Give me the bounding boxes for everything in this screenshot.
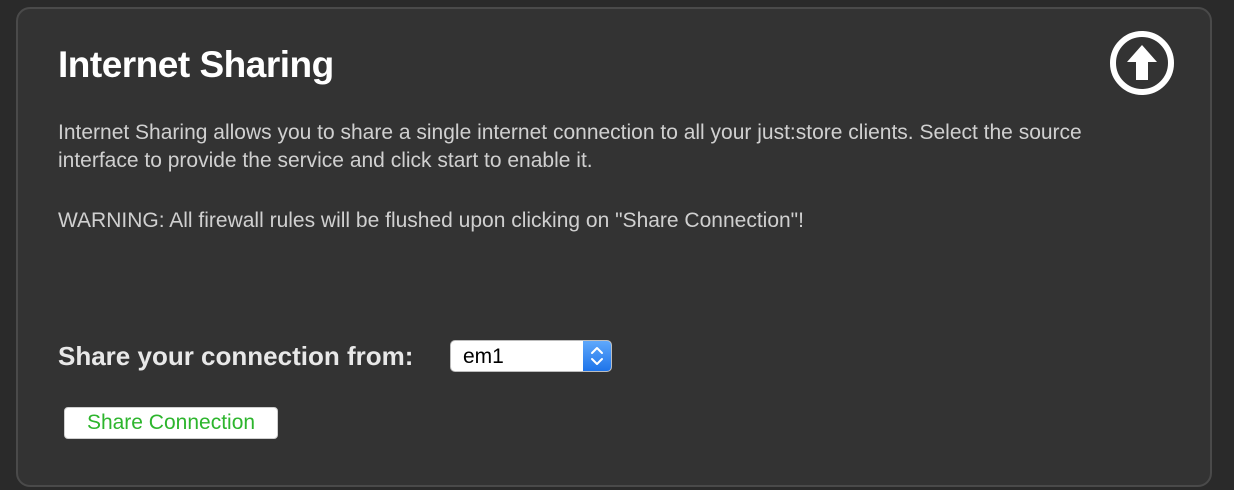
share-connection-button[interactable]: Share Connection <box>64 407 278 439</box>
internet-sharing-panel: Internet Sharing Internet Sharing allows… <box>16 7 1212 487</box>
share-from-label: Share your connection from: <box>58 341 414 371</box>
scroll-up-button[interactable] <box>1110 31 1174 95</box>
page-title: Internet Sharing <box>58 44 334 85</box>
arrow-up-circle-icon <box>1110 31 1174 98</box>
select-stepper[interactable] <box>583 341 611 371</box>
interface-select[interactable]: em1 <box>450 340 612 372</box>
interface-select-value: em1 <box>463 345 504 368</box>
warning-text: WARNING: All firewall rules will be flus… <box>58 209 804 232</box>
chevron-up-down-icon <box>583 341 611 371</box>
description-text: Internet Sharing allows you to share a s… <box>58 121 1082 172</box>
